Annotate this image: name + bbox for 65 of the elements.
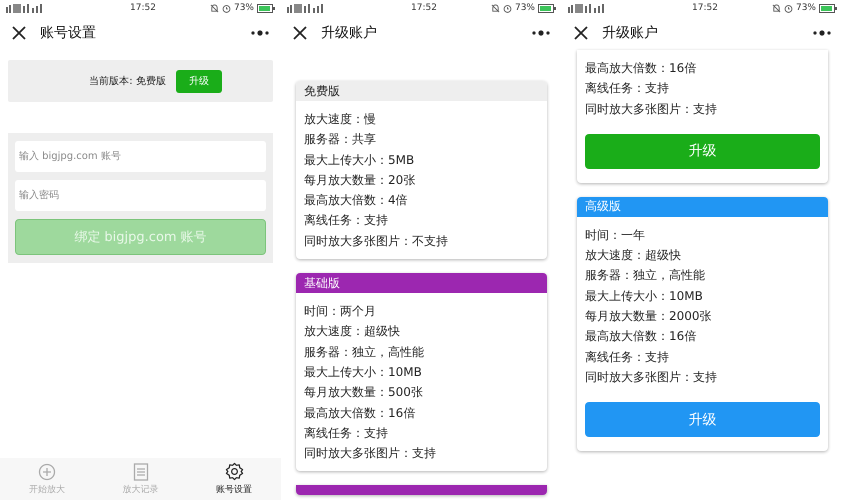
bell-off-icon <box>210 4 219 12</box>
more-icon[interactable] <box>813 30 831 36</box>
plan-feature: 服务器：独立，高性能 <box>304 344 425 361</box>
alarm-icon <box>502 4 512 12</box>
current-version-label: 当前版本: 免费版 <box>89 74 166 88</box>
page-title: 升级账户 <box>602 24 659 42</box>
plan-feature: 最大上传大小：10MB <box>585 288 704 305</box>
upgrade-button[interactable]: 升级 <box>585 402 820 438</box>
plan-feature: 放大速度：超级快 <box>304 323 401 340</box>
plan-feature: 最高放大倍数：16倍 <box>585 328 698 346</box>
plan-feature: 每月放大数量：20张 <box>304 172 416 189</box>
plan-feature: 服务器：独立，高性能 <box>585 267 706 284</box>
upgrade-button[interactable]: 升级 <box>176 70 222 92</box>
plan-feature: 最高放大倍数：16倍 <box>304 404 416 422</box>
plan-feature: 每月放大数量：2000张 <box>585 308 713 326</box>
plan-feature: 最高放大倍数：16倍 <box>585 60 698 77</box>
tab-item[interactable]: 放大记录 <box>94 458 188 500</box>
more-icon[interactable] <box>251 30 269 36</box>
plan-feature: 离线任务：支持 <box>585 80 670 98</box>
password-input-field[interactable]: 输入密码 <box>15 180 266 211</box>
plan-feature: 同时放大多张图片：支持 <box>304 445 437 462</box>
plan-feature: 每月放大数量：500张 <box>304 384 424 402</box>
plan-feature: 离线任务：支持 <box>585 348 670 366</box>
plan-feature: 最大上传大小：5MB <box>304 152 416 169</box>
battery-percent: 73% <box>514 3 535 13</box>
bell-off-icon <box>772 4 781 12</box>
plan-feature: 放大速度：慢 <box>304 111 377 128</box>
plan-feature: 同时放大多张图片：支持 <box>585 100 718 118</box>
alarm-icon <box>784 4 793 12</box>
tab-item[interactable]: 开始放大 <box>0 458 94 500</box>
plus-circle-icon <box>38 462 56 480</box>
page-title: 升级账户 <box>321 24 378 42</box>
status-time: 17:52 <box>691 3 719 13</box>
plan-feature: 离线任务：支持 <box>304 212 389 230</box>
battery-percent: 73% <box>234 3 254 13</box>
bell-off-icon <box>490 4 500 12</box>
battery-icon <box>819 4 837 12</box>
tab-item[interactable]: 账号设置 <box>187 458 281 500</box>
page-title: 账号设置 <box>40 24 97 42</box>
battery-icon <box>538 4 556 12</box>
plan-name: 免费版 <box>304 82 340 100</box>
status-time: 17:52 <box>129 3 157 13</box>
settings-icon <box>224 462 244 481</box>
plan-name: 高级版 <box>585 198 621 216</box>
battery-percent: 73% <box>796 3 816 13</box>
plan-name: 基础版 <box>304 274 340 292</box>
close-icon[interactable] <box>293 26 307 40</box>
close-icon[interactable] <box>12 26 26 40</box>
plan-feature: 离线任务：支持 <box>304 424 389 442</box>
plan-feature: 最大上传大小：10MB <box>304 364 423 381</box>
plan-feature: 最高放大倍数：4倍 <box>304 192 409 210</box>
account-input-field[interactable]: 输入 bigjpg.com 账号 <box>15 141 266 172</box>
status-time: 17:52 <box>410 3 438 13</box>
plan-feature: 时间：一年 <box>585 226 646 244</box>
close-icon[interactable] <box>574 26 588 40</box>
document-icon <box>132 462 148 480</box>
plan-feature: 同时放大多张图片：不支持 <box>304 232 449 250</box>
plan-feature: 服务器：共享 <box>304 131 377 148</box>
upgrade-button[interactable]: 升级 <box>585 134 820 169</box>
more-icon[interactable] <box>532 30 550 36</box>
alarm-icon <box>222 4 231 12</box>
plan-feature: 同时放大多张图片：支持 <box>585 368 718 386</box>
plan-feature: 放大速度：超级快 <box>585 247 682 264</box>
plan-feature: 时间：两个月 <box>304 303 377 320</box>
battery-icon <box>257 4 275 12</box>
